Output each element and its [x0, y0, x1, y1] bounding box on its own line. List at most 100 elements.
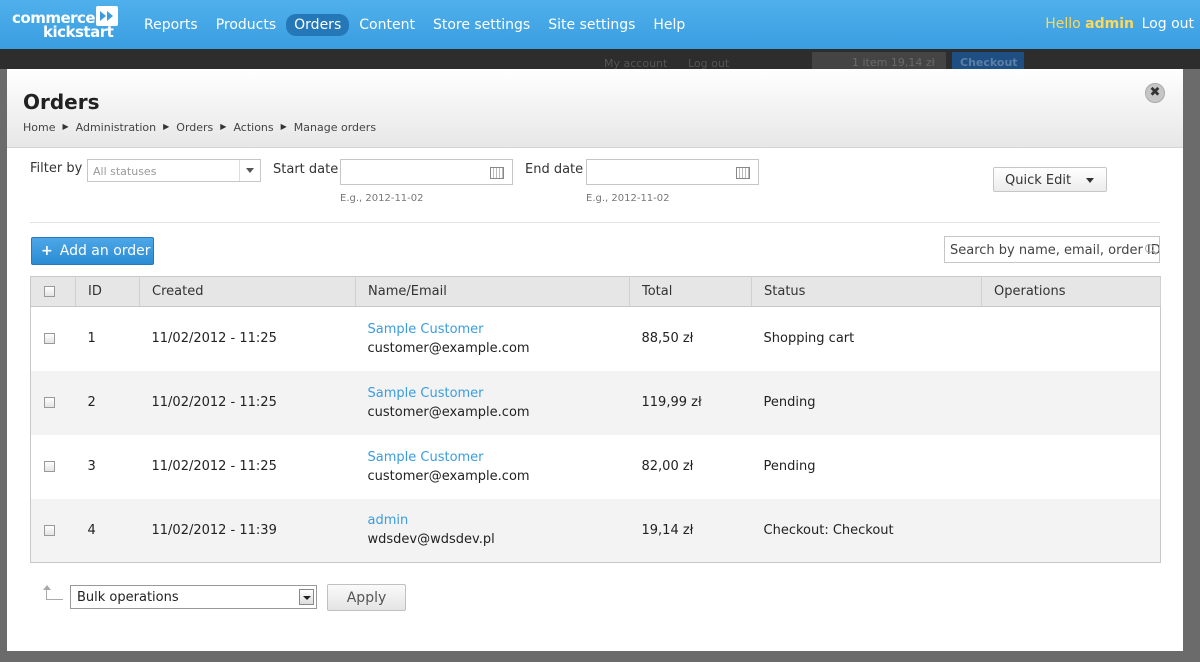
order-customer: Sample Customer customer@example.com: [356, 435, 630, 499]
order-operations: [982, 371, 1161, 435]
close-icon[interactable]: ✖: [1145, 83, 1165, 103]
nav-content[interactable]: Content: [351, 14, 423, 36]
customer-name-link[interactable]: admin: [368, 513, 630, 528]
admin-toolbar: commerce kickstart Reports Products Orde…: [0, 0, 1200, 49]
nav-reports[interactable]: Reports: [136, 14, 206, 36]
search-input[interactable]: Search by name, email, order ID: [944, 236, 1160, 263]
quick-edit-dropdown[interactable]: Quick Edit: [993, 167, 1107, 192]
customer-email: customer@example.com: [367, 404, 530, 420]
order-operations: [982, 307, 1161, 371]
filter-by-label: Filter by: [30, 161, 83, 176]
table-row: 2 11/02/2012 - 11:25 Sample Customer cust…: [30, 370, 1161, 435]
search-placeholder: Search by name, email, order ID: [950, 243, 1160, 258]
column-header-status[interactable]: Status: [751, 276, 982, 307]
row-select-cell: [31, 435, 76, 499]
nav-site-settings[interactable]: Site settings: [540, 14, 643, 36]
customer-name-link[interactable]: Sample Customer: [368, 450, 630, 465]
order-operations: [982, 499, 1161, 563]
column-header-id[interactable]: ID: [75, 276, 140, 307]
status-filter-value: All statuses: [93, 165, 157, 178]
breadcrumb-separator-icon: ▶: [62, 122, 69, 131]
order-id: 1: [87, 331, 96, 347]
breadcrumb-separator-icon: ▶: [220, 122, 227, 131]
logo-fast-forward-icon: [96, 6, 118, 26]
end-date-label: End date: [525, 162, 584, 177]
row-checkbox[interactable]: [44, 524, 55, 536]
breadcrumb: Home ▶ Administration ▶ Orders ▶ Actions…: [23, 121, 376, 134]
column-header-total[interactable]: Total: [629, 276, 752, 307]
bulk-arrow-icon: [43, 585, 63, 600]
filter-bar: Filter by All statuses Start date E.g., …: [30, 159, 1160, 223]
order-id: 4: [87, 522, 96, 538]
orders-modal: Orders Home ▶ Administration ▶ Orders ▶ …: [7, 69, 1183, 651]
background-checkout-button: Checkout: [952, 52, 1024, 70]
customer-email: customer@example.com: [367, 340, 530, 356]
row-checkbox[interactable]: [44, 461, 55, 472]
status-filter-select[interactable]: All statuses: [87, 159, 261, 182]
end-date-input[interactable]: [586, 159, 759, 185]
nav-help[interactable]: Help: [645, 14, 693, 36]
order-status: Checkout: Checkout: [763, 522, 894, 538]
customer-name-link[interactable]: Sample Customer: [368, 386, 630, 401]
order-customer: Sample Customer customer@example.com: [356, 371, 630, 435]
order-customer: admin wdsdev@wdsdev.pl: [356, 499, 630, 563]
row-select-cell: [31, 499, 76, 563]
nav-products[interactable]: Products: [208, 14, 284, 36]
calendar-icon[interactable]: [736, 167, 750, 179]
select-all-checkbox[interactable]: [44, 286, 55, 297]
breadcrumb-actions[interactable]: Actions: [233, 121, 273, 134]
chevron-down-icon: [299, 589, 314, 605]
user-greeting: Hello admin: [1045, 16, 1134, 32]
admin-nav: Reports Products Orders Content Store se…: [136, 13, 695, 36]
order-total: 19,14 zł: [641, 522, 694, 538]
order-customer: Sample Customer customer@example.com: [356, 307, 630, 371]
start-date-input[interactable]: [340, 159, 513, 185]
table-header-row: ID Created Name/Email Total Status Opera…: [30, 276, 1161, 307]
order-created: 11/02/2012 - 11:39: [151, 522, 277, 538]
breadcrumb-home[interactable]: Home: [23, 121, 55, 134]
end-date-hint: E.g., 2012-11-02: [586, 193, 670, 204]
search-icon: [1145, 244, 1154, 253]
calendar-icon[interactable]: [490, 167, 504, 179]
column-header-created[interactable]: Created: [139, 276, 356, 307]
apply-button[interactable]: Apply: [327, 584, 406, 611]
quick-edit-label: Quick Edit: [1005, 173, 1072, 188]
add-order-button[interactable]: + Add an order: [31, 237, 154, 265]
commerce-kickstart-logo[interactable]: commerce kickstart: [10, 0, 130, 49]
customer-name-link[interactable]: Sample Customer: [368, 322, 630, 337]
breadcrumb-orders[interactable]: Orders: [176, 121, 213, 134]
add-order-label: Add an order: [59, 243, 151, 259]
order-status: Pending: [763, 459, 816, 474]
nav-store-settings[interactable]: Store settings: [425, 14, 538, 36]
background-cart-summary: 1 item 19,14 zł: [812, 52, 946, 70]
chevron-down-icon: [239, 160, 260, 181]
order-created: 11/02/2012 - 11:25: [151, 395, 277, 410]
modal-header: Orders Home ▶ Administration ▶ Orders ▶ …: [7, 69, 1183, 148]
customer-email: customer@example.com: [367, 468, 530, 484]
row-select-cell: [31, 307, 76, 371]
greeting-text: Hello: [1045, 16, 1081, 32]
start-date-label: Start date: [273, 162, 339, 177]
order-status: Pending: [763, 395, 816, 410]
row-checkbox[interactable]: [44, 397, 55, 408]
order-created: 11/02/2012 - 11:25: [151, 331, 277, 347]
order-id: 2: [87, 395, 96, 410]
select-all-cell: [30, 276, 76, 307]
table-row: 4 11/02/2012 - 11:39 admin wdsdev@wdsdev.…: [30, 498, 1161, 563]
logout-link[interactable]: Log out: [1142, 16, 1194, 32]
username-link[interactable]: admin: [1085, 16, 1134, 32]
breadcrumb-current: Manage orders: [293, 121, 377, 134]
bulk-operations-value: Bulk operations: [77, 590, 179, 605]
breadcrumb-administration[interactable]: Administration: [76, 121, 157, 134]
table-row: 1 11/02/2012 - 11:25 Sample Customer cust…: [31, 307, 1161, 371]
nav-orders[interactable]: Orders: [286, 13, 350, 36]
order-id: 3: [87, 459, 96, 474]
row-checkbox[interactable]: [44, 333, 55, 345]
order-status: Shopping cart: [763, 331, 855, 347]
column-header-name-email[interactable]: Name/Email: [355, 276, 630, 307]
bulk-operations-select[interactable]: Bulk operations: [70, 585, 317, 609]
plus-icon: +: [41, 243, 53, 259]
order-created: 11/02/2012 - 11:25: [151, 459, 277, 474]
caret-down-icon: [1086, 178, 1094, 183]
customer-email: wdsdev@wdsdev.pl: [367, 532, 495, 548]
